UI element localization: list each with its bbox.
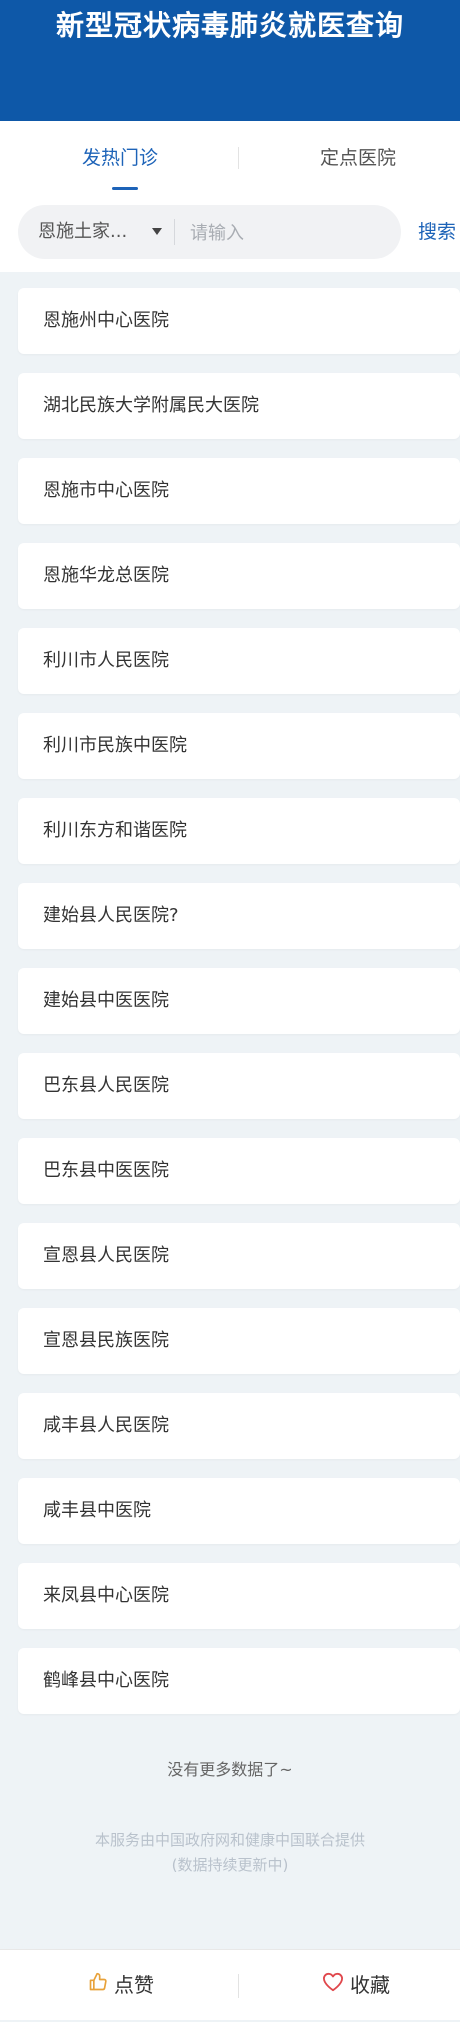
list-item[interactable]: 建始县中医医院 [18,968,460,1034]
list-item-label: 恩施州中心医院 [43,310,169,331]
like-label: 点赞 [114,1973,154,1997]
list-item-label: 宣恩县民族医院 [43,1330,169,1351]
list-item-label: 巴东县人民医院 [43,1075,169,1096]
heart-icon [322,1950,344,2020]
list-item[interactable]: 利川东方和谐医院 [18,798,460,864]
list-item[interactable]: 巴东县人民医院 [18,1053,460,1119]
favorite-label: 收藏 [350,1973,390,1997]
region-select[interactable]: 恩施土家... [38,205,127,259]
active-tab-indicator [112,187,138,190]
list-item-label: 建始县人民医院? [43,905,179,926]
list-item-label: 来凤县中心医院 [43,1585,169,1606]
bottom-divider [238,1974,239,1998]
list-item-label: 湖北民族大学附属民大医院 [43,395,259,416]
tab-bar: 发热门诊 定点医院 [0,121,460,196]
search-bar: 恩施土家... 搜索 [0,196,460,272]
list-item-label: 恩施市中心医院 [43,480,169,501]
footnote-line-1: 本服务由中国政府网和健康中国联合提供 [94,1831,365,1849]
list-item[interactable]: 宣恩县人民医院 [18,1223,460,1289]
list-item[interactable]: 利川市民族中医院 [18,713,460,779]
list-item[interactable]: 恩施州中心医院 [18,288,460,354]
search-pill: 恩施土家... [18,205,401,261]
list-item[interactable]: 咸丰县人民医院 [18,1393,460,1459]
list-item[interactable]: 宣恩县民族医院 [18,1308,460,1374]
favorite-button[interactable]: 收藏 [322,1950,390,2020]
footnote-line-2: (数据持续更新中) [171,1856,289,1874]
list-item[interactable]: 恩施华龙总医院 [18,543,460,609]
search-input[interactable] [188,205,392,261]
bottom-bar: 点赞 收藏 [0,1949,460,2020]
footnote: 本服务由中国政府网和健康中国联合提供 (数据持续更新中) [0,1828,460,1878]
search-button[interactable]: 搜索 [418,205,456,259]
list-item[interactable]: 建始县人民医院? [18,883,460,949]
search-divider [174,219,175,245]
list-item[interactable]: 恩施市中心医院 [18,458,460,524]
hospital-list: 恩施州中心医院 湖北民族大学附属民大医院 恩施市中心医院 恩施华龙总医院 利川市… [18,288,460,1733]
header: 新型冠状病毒肺炎就医查询 [0,0,460,121]
list-item[interactable]: 湖北民族大学附属民大医院 [18,373,460,439]
list-item-label: 鹤峰县中心医院 [43,1670,169,1691]
list-item-label: 利川东方和谐医院 [43,820,187,841]
list-item-label: 咸丰县人民医院 [43,1415,169,1436]
list-item-label: 宣恩县人民医院 [43,1245,169,1266]
page-title: 新型冠状病毒肺炎就医查询 [55,9,404,42]
list-end-text: 没有更多数据了~ [167,1760,293,1779]
list-item[interactable]: 巴东县中医医院 [18,1138,460,1204]
list-item-label: 恩施华龙总医院 [43,565,169,586]
thumbs-up-icon [88,1950,108,2020]
like-button[interactable]: 点赞 [88,1950,154,2020]
list-item-label: 巴东县中医医院 [43,1160,169,1181]
list-item[interactable]: 来凤县中心医院 [18,1563,460,1629]
tab-designated-hospital[interactable]: 定点医院 [258,121,458,196]
list-item-label: 利川市人民医院 [43,650,169,671]
list-item-label: 建始县中医医院 [43,990,169,1011]
chevron-down-icon[interactable] [152,228,162,235]
list-item[interactable]: 鹤峰县中心医院 [18,1648,460,1714]
list-item[interactable]: 利川市人民医院 [18,628,460,694]
tab-divider [238,147,239,169]
list-item[interactable]: 咸丰县中医院 [18,1478,460,1544]
list-item-label: 咸丰县中医院 [43,1500,151,1521]
tab-fever-clinic[interactable]: 发热门诊 [20,121,220,196]
list-item-label: 利川市民族中医院 [43,735,187,756]
